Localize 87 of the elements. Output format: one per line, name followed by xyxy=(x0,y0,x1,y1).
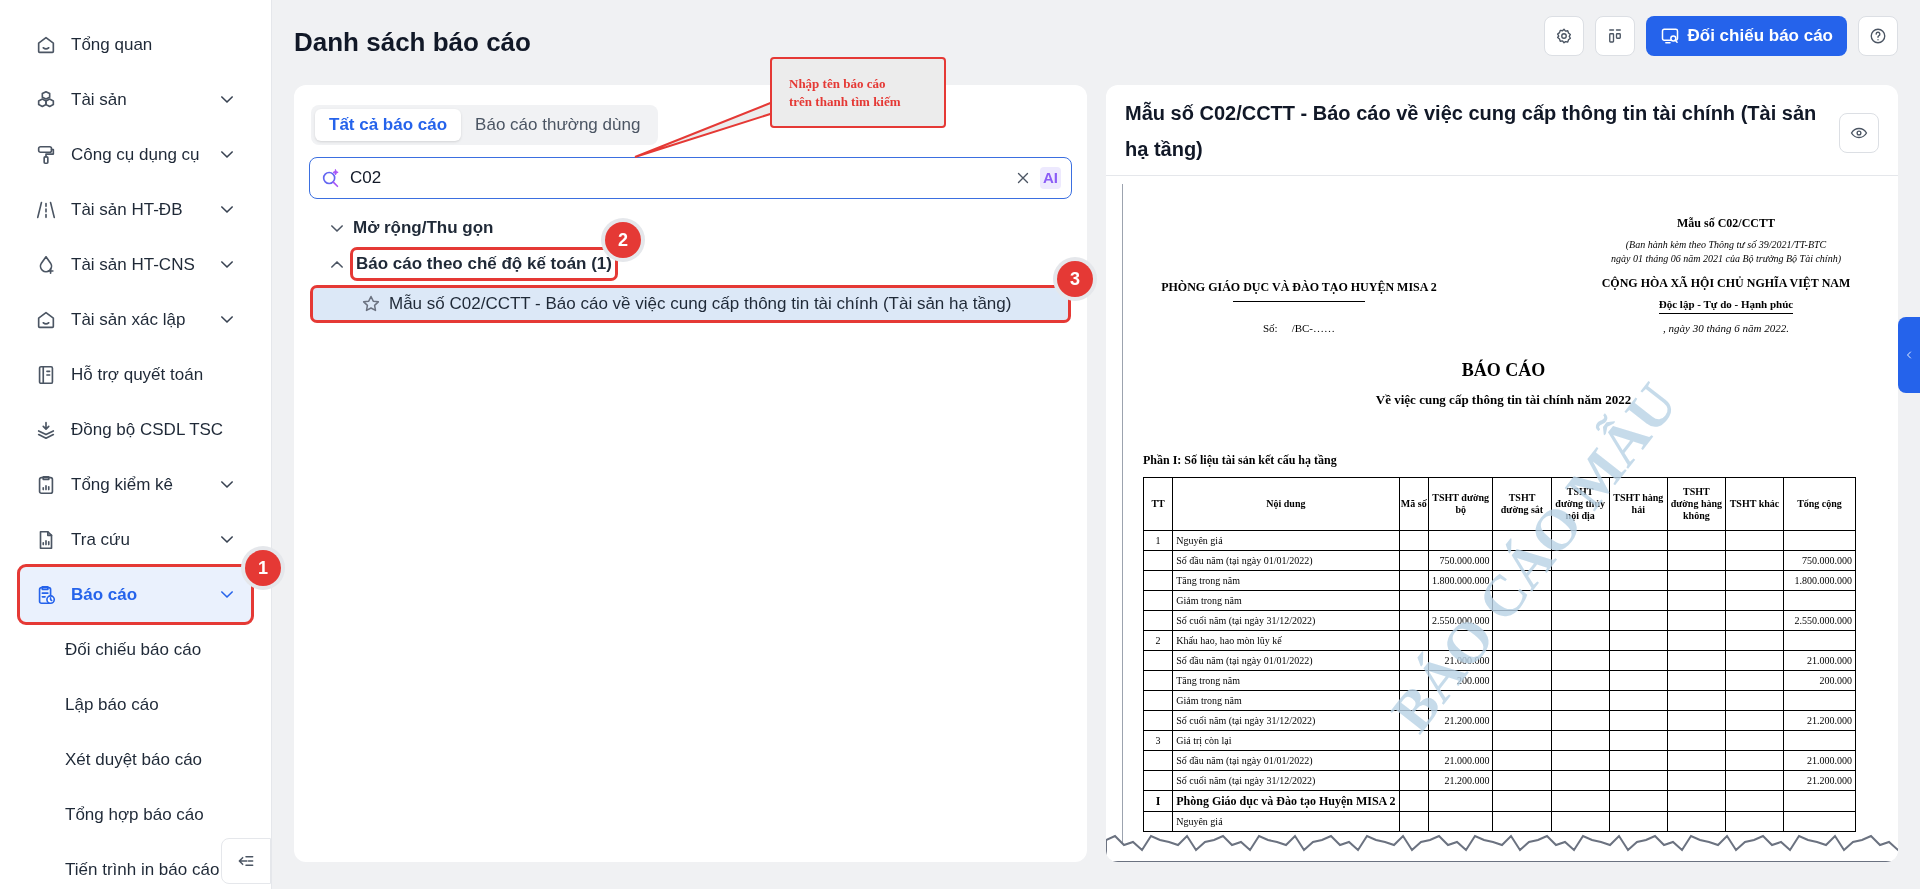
document-number-value: /BC-…… xyxy=(1291,321,1336,336)
layout-button[interactable] xyxy=(1594,16,1635,56)
sidebar-item[interactable]: Đồng bộ CSDL TSC xyxy=(20,402,251,457)
table-cell: 21.000.000 xyxy=(1783,650,1856,671)
table-cell: 21.200.000 xyxy=(1783,770,1856,791)
table-cell: Số đầu năm (tại ngày 01/01/2022) xyxy=(1172,550,1400,571)
search-field[interactable]: C02 AI xyxy=(309,157,1072,199)
sidebar-item[interactable]: Tài sản HT-CNS xyxy=(20,237,251,292)
help-icon xyxy=(1869,27,1887,45)
report-tree-item[interactable]: Mẫu số C02/CCTT - Báo cáo về việc cung cấp thông tin tài chính (Tài sản hạ tầng) xyxy=(313,288,1068,320)
document-organization: PHÒNG GIÁO DỤC VÀ ĐÀO TẠO HUYỆN MISA 2 xyxy=(1161,279,1437,296)
sidebar-item[interactable]: Tài sản xác lập xyxy=(20,292,251,347)
ai-search-icon xyxy=(320,167,342,189)
tab[interactable]: Báo cáo thường dùng xyxy=(461,109,655,141)
table-cell: 1 xyxy=(1143,530,1173,551)
motto: Độc lập - Tự do - Hạnh phúc xyxy=(1658,296,1794,314)
paint-roller-icon xyxy=(35,143,57,166)
compare-reports-button[interactable]: Đối chiếu báo cáo xyxy=(1645,16,1847,56)
callout-note: Nhập tên báo cáo trên thanh tìm kiếm xyxy=(770,57,946,128)
column-header: Mã số xyxy=(1399,477,1429,531)
nation-heading: CỘNG HÒA XÃ HỘI CHỦ NGHĨA VIỆT NAM xyxy=(1601,275,1851,292)
document-heading: BÁO CÁO xyxy=(1460,358,1547,382)
table-cell: 3 xyxy=(1143,730,1173,751)
sidebar-item[interactable]: Tổng quan xyxy=(20,17,251,72)
sidebar-subitem[interactable]: Tiến trình in báo cáo xyxy=(65,856,220,883)
table-cell: Nguyên giá xyxy=(1172,811,1400,832)
ai-badge[interactable]: AI xyxy=(1040,166,1061,190)
expand-collapse-toggle[interactable]: Mở rộng/Thu gọn xyxy=(331,212,494,244)
table-cell: 21.000.000 xyxy=(1428,750,1493,771)
issued-note: (Ban hành kèm theo Thông tư số 39/2021/TT-BTC xyxy=(1625,238,1827,252)
sidebar-subitem[interactable]: Xét duyệt báo cáo xyxy=(65,746,203,773)
table-cell: Giá trị còn lại xyxy=(1172,730,1400,751)
table-cell: Phòng Giáo dục và Đào tạo Huyện MISA 2 xyxy=(1172,790,1400,812)
table-cell: Số đầu năm (tại ngày 01/01/2022) xyxy=(1172,750,1400,771)
table-cell: 2.550.000.000 xyxy=(1783,610,1856,631)
page-title: Danh sách báo cáo xyxy=(294,26,531,59)
sidebar-item[interactable]: Hỗ trợ quyết toán xyxy=(20,347,251,402)
preview-button[interactable] xyxy=(1839,113,1879,153)
table-cell: 200.000 xyxy=(1783,670,1856,691)
tab[interactable]: Tất cả báo cáo xyxy=(315,109,462,141)
sidebar-item[interactable]: Tài sản HT-ĐB xyxy=(20,182,251,237)
table-cell: Khấu hao, hao mòn lũy kế xyxy=(1172,630,1400,651)
table-cell: Số cuối năm (tại ngày 31/12/2022) xyxy=(1172,610,1400,631)
sidebar-item[interactable]: Công cụ dụng cụ xyxy=(20,127,251,182)
star-icon xyxy=(361,294,381,314)
table-cell: 2 xyxy=(1143,630,1173,651)
search-input[interactable]: C02 xyxy=(350,165,1006,191)
sidebar-subitem[interactable]: Đối chiếu báo cáo xyxy=(65,636,202,663)
section-heading: Phần I: Số liệu tài sản kết cấu hạ tầng xyxy=(1143,452,1338,469)
monitor-search-icon xyxy=(1659,26,1680,46)
table-cell: Số cuối năm (tại ngày 31/12/2022) xyxy=(1172,770,1400,791)
document-date: , ngày 30 tháng 6 năm 2022. xyxy=(1663,320,1789,336)
table-cell: 1.800.000.000 xyxy=(1783,570,1856,591)
table-cell: Số đầu năm (tại ngày 01/01/2022) xyxy=(1172,650,1400,671)
table-cell: Tăng trong năm xyxy=(1172,670,1400,691)
sidebar-item[interactable]: Báo cáo xyxy=(20,567,251,622)
column-header: TSHT khác xyxy=(1725,477,1784,531)
sidebar-subitem[interactable]: Tổng hợp báo cáo xyxy=(65,801,204,828)
table-cell: 21.200.000 xyxy=(1783,710,1856,731)
issued-note: ngày 01 tháng 06 năm 2021 của Bộ trưởng Bộ Tài chính) xyxy=(1611,252,1841,266)
preview-title: Mẫu số C02/CCTT - Báo cáo về việc cung cấp thông tin tài chính (Tài sản hạ tầng) xyxy=(1125,100,1818,162)
table-cell: 21.000.000 xyxy=(1783,750,1856,771)
column-header: Nội dung xyxy=(1172,477,1400,531)
column-header: Tổng cộng xyxy=(1783,477,1856,531)
sidebar-subitem[interactable]: Lập báo cáo xyxy=(65,691,159,718)
collapse-sidebar-button[interactable] xyxy=(221,838,271,884)
chevron-down-icon xyxy=(331,224,343,232)
column-header: TSHT đường bộ xyxy=(1428,477,1493,531)
sidebar-item[interactable]: Tổng kiểm kê xyxy=(20,457,251,512)
document-number-label: Số: xyxy=(1262,321,1278,336)
step-badge: 3 xyxy=(1057,261,1093,297)
side-panel-toggle[interactable] xyxy=(1898,317,1920,393)
table-cell: 750.000.000 xyxy=(1783,550,1856,571)
step-badge: 2 xyxy=(605,222,641,258)
table-cell: Nguyên giá xyxy=(1172,530,1400,551)
column-header: TSHT đường hàng không xyxy=(1667,477,1726,531)
form-number: Mẫu số C02/CCTT xyxy=(1677,215,1775,232)
column-header: TT xyxy=(1143,477,1173,531)
table-cell: Tăng trong năm xyxy=(1172,570,1400,591)
settings-button[interactable] xyxy=(1543,16,1584,56)
settings-icon xyxy=(1554,27,1573,45)
step-badge: 1 xyxy=(245,550,281,586)
sidebar-item[interactable]: Tài sản xyxy=(20,72,251,127)
table-cell: Giảm trong năm xyxy=(1172,590,1400,611)
table-cell: 21.200.000 xyxy=(1428,770,1493,791)
table-cell: I xyxy=(1143,790,1173,812)
help-button[interactable] xyxy=(1858,16,1898,56)
